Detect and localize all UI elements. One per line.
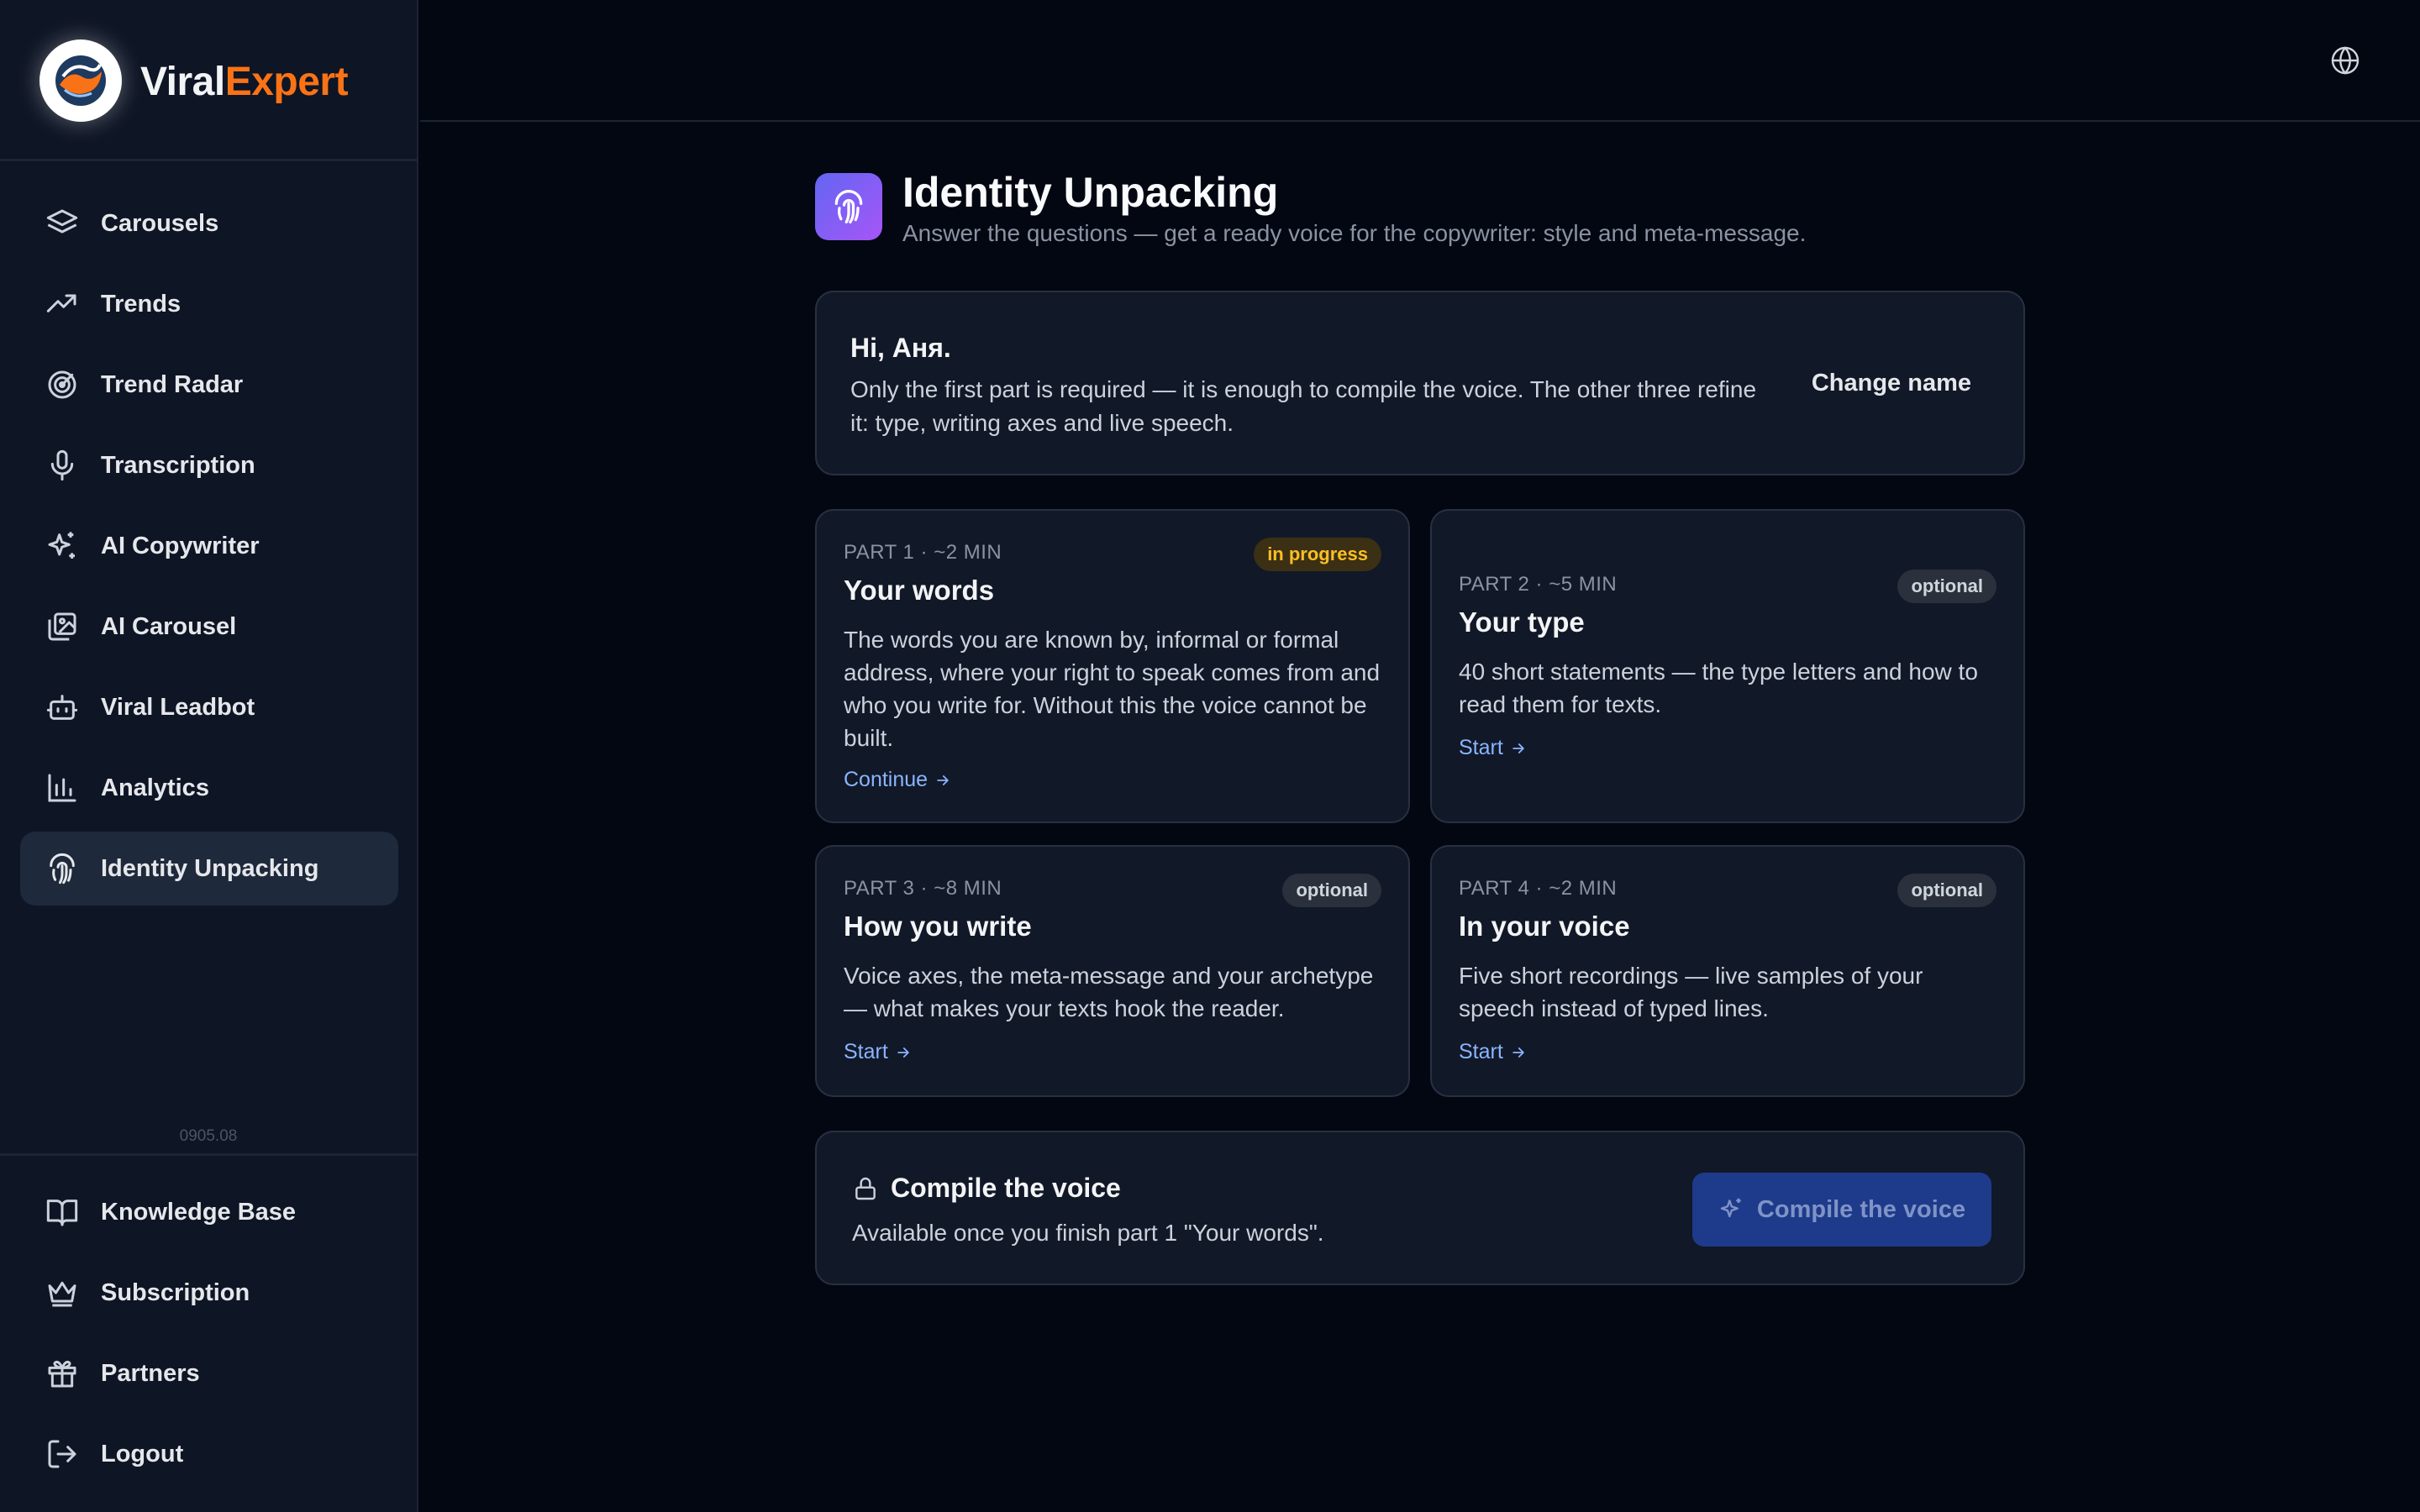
compile-title-label: Compile the voice bbox=[891, 1173, 1121, 1203]
part-title: Your words bbox=[844, 575, 995, 606]
part-card-3[interactable]: PART 3 · ~8 MIN optional How you write V… bbox=[815, 845, 1410, 1097]
sidebar-item-viral-leadbot[interactable]: Viral Leadbot bbox=[20, 670, 398, 744]
greeting-title: Hi, Аня. bbox=[850, 333, 951, 363]
arrow-right-icon bbox=[1512, 743, 1524, 753]
language-globe-icon[interactable] bbox=[2330, 45, 2360, 76]
greeting-card: Hi, Аня. Only the first part is required… bbox=[815, 291, 2025, 475]
start-link[interactable]: Start bbox=[1459, 736, 1527, 760]
part-meta: PART 3 · ~8 MIN bbox=[844, 877, 1002, 900]
arrow-right-icon bbox=[937, 774, 949, 785]
arrow-right-icon bbox=[1512, 1047, 1524, 1058]
page-subtitle: Answer the questions — get a ready voice… bbox=[902, 220, 1807, 246]
sidebar-item-transcription[interactable]: Transcription bbox=[20, 428, 398, 502]
status-badge: optional bbox=[1897, 570, 1996, 603]
sidebar-item-partners[interactable]: Partners bbox=[20, 1336, 398, 1410]
change-name-button[interactable]: Change name bbox=[1812, 370, 1971, 397]
microphone-icon bbox=[45, 449, 79, 482]
part-meta: PART 2 · ~5 MIN bbox=[1459, 573, 1618, 596]
compile-voice-button-label: Compile the voice bbox=[1756, 1195, 1966, 1223]
crown-icon bbox=[45, 1276, 79, 1310]
compile-voice-button[interactable]: Compile the voice bbox=[1692, 1173, 1991, 1247]
sidebar-item-label: Carousels bbox=[101, 209, 219, 237]
sidebar-item-label: Partners bbox=[101, 1359, 200, 1387]
part-card-4[interactable]: PART 4 · ~2 MIN optional In your voice F… bbox=[1430, 845, 2025, 1097]
images-icon bbox=[45, 610, 79, 643]
sidebar-item-subscription[interactable]: Subscription bbox=[20, 1256, 398, 1330]
compile-card: Compile the voice Available once you fin… bbox=[815, 1131, 2025, 1285]
fingerprint-icon bbox=[45, 852, 79, 885]
start-link[interactable]: Start bbox=[1459, 1040, 1527, 1064]
sidebar-item-ai-carousel[interactable]: AI Carousel bbox=[20, 590, 398, 664]
version-label: 0905.08 bbox=[179, 1127, 238, 1145]
trending-up-icon bbox=[45, 287, 79, 321]
top-bar bbox=[420, 0, 2420, 122]
sidebar-item-label: Viral Leadbot bbox=[101, 693, 255, 721]
start-link[interactable]: Start bbox=[844, 1040, 912, 1064]
sidebar-item-label: Identity Unpacking bbox=[101, 854, 319, 882]
part-title: Your type bbox=[1459, 606, 1585, 638]
part-description: The words you are known by, informal or … bbox=[844, 627, 1381, 751]
sidebar-item-logout[interactable]: Logout bbox=[20, 1417, 398, 1491]
part-description: 40 short statements — the type letters a… bbox=[1459, 659, 1978, 717]
sidebar-item-label: Subscription bbox=[101, 1278, 250, 1306]
sidebar-nav: Carousels Trends Trend Radar Transcripti… bbox=[20, 186, 398, 912]
start-link-label: Start bbox=[1459, 736, 1503, 759]
brand-name: ViralExpert bbox=[140, 59, 349, 105]
continue-link-label: Continue bbox=[844, 768, 929, 791]
status-badge: optional bbox=[1282, 874, 1381, 907]
part-title: How you write bbox=[844, 911, 1032, 942]
sidebar-item-label: Transcription bbox=[101, 451, 255, 479]
sidebar-item-label: Trend Radar bbox=[101, 370, 244, 398]
book-icon bbox=[45, 1195, 79, 1229]
compile-title: Compile the voice bbox=[852, 1173, 1121, 1204]
fingerprint-icon bbox=[815, 173, 882, 240]
bot-icon bbox=[45, 690, 79, 724]
sidebar-bottom-nav: Knowledge Base Subscription Partners Log… bbox=[20, 1175, 398, 1498]
bar-chart-icon bbox=[45, 771, 79, 805]
radar-icon bbox=[45, 368, 79, 402]
sidebar-item-identity-unpacking[interactable]: Identity Unpacking bbox=[20, 832, 398, 906]
sidebar: ViralExpert Carousels Trends Trend Radar bbox=[0, 0, 418, 1512]
sidebar-item-label: AI Carousel bbox=[101, 612, 237, 640]
compile-text: Available once you finish part 1 "Your w… bbox=[852, 1220, 1324, 1246]
part-meta: PART 4 · ~2 MIN bbox=[1459, 877, 1618, 900]
part-meta: PART 1 · ~2 MIN bbox=[844, 541, 1002, 564]
part-title: In your voice bbox=[1459, 911, 1630, 942]
start-link-label: Start bbox=[844, 1040, 888, 1063]
sidebar-item-knowledge-base[interactable]: Knowledge Base bbox=[20, 1175, 398, 1249]
brand-name-part2: Expert bbox=[224, 60, 349, 104]
sidebar-item-ai-copywriter[interactable]: AI Copywriter bbox=[20, 509, 398, 583]
start-link-label: Start bbox=[1459, 1040, 1503, 1063]
part-description: Voice axes, the meta-message and your ar… bbox=[844, 963, 1374, 1021]
sidebar-item-label: Analytics bbox=[101, 774, 209, 801]
continue-link[interactable]: Continue bbox=[844, 768, 951, 792]
layers-icon bbox=[45, 207, 79, 240]
status-badge: in progress bbox=[1254, 538, 1381, 571]
sidebar-item-label: Trends bbox=[101, 290, 182, 318]
sidebar-item-analytics[interactable]: Analytics bbox=[20, 751, 398, 825]
status-badge: optional bbox=[1897, 874, 1996, 907]
brand-name-part1: Viral bbox=[140, 60, 225, 104]
lock-icon bbox=[855, 1177, 876, 1200]
part-description: Five short recordings — live samples of … bbox=[1459, 963, 1923, 1021]
sidebar-item-trends[interactable]: Trends bbox=[20, 267, 398, 341]
divider bbox=[0, 1153, 417, 1156]
brand: ViralExpert bbox=[0, 0, 417, 161]
logo[interactable] bbox=[39, 39, 122, 122]
gift-icon bbox=[45, 1357, 79, 1390]
page-title: Identity Unpacking bbox=[902, 169, 1279, 216]
part-card-2[interactable]: PART 2 · ~5 MIN optional Your type 40 sh… bbox=[1430, 509, 2025, 823]
sidebar-item-label: AI Copywriter bbox=[101, 532, 260, 559]
sidebar-item-label: Knowledge Base bbox=[101, 1198, 297, 1226]
sparkles-icon bbox=[1720, 1198, 1741, 1218]
sidebar-item-carousels[interactable]: Carousels bbox=[20, 186, 398, 260]
part-card-1[interactable]: PART 1 · ~2 MIN in progress Your words T… bbox=[815, 509, 1410, 823]
logout-icon bbox=[45, 1437, 79, 1471]
arrow-right-icon bbox=[897, 1047, 909, 1058]
greeting-text: Only the first part is required — it is … bbox=[850, 376, 1757, 436]
sidebar-item-label: Logout bbox=[101, 1440, 184, 1467]
sparkles-icon bbox=[45, 529, 79, 563]
sidebar-item-trend-radar[interactable]: Trend Radar bbox=[20, 348, 398, 422]
